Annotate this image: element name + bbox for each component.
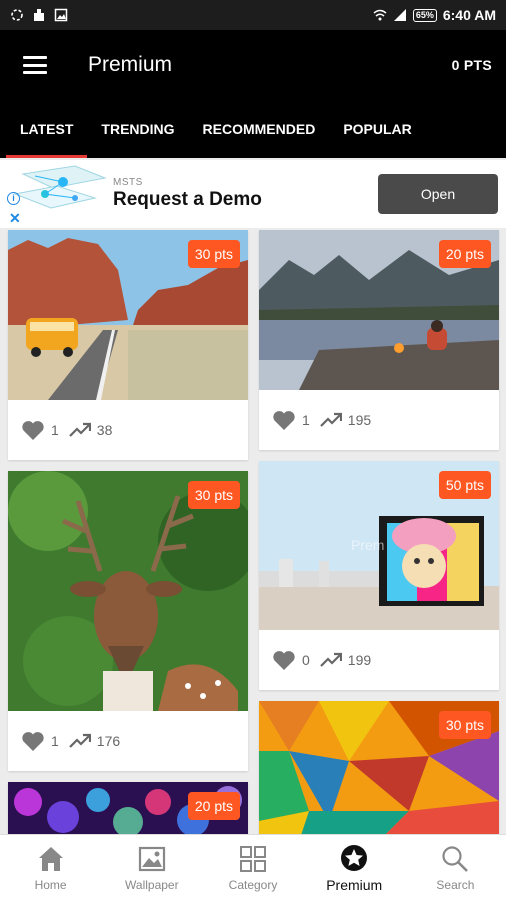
bokeh-lights-photo: 20 pts <box>8 782 248 834</box>
nav-search[interactable]: Search <box>405 835 506 900</box>
nav-premium[interactable]: Premium <box>304 835 405 900</box>
sync-icon <box>11 9 23 21</box>
nav-wallpaper[interactable]: Wallpaper <box>101 835 202 900</box>
heart-icon[interactable] <box>21 730 45 752</box>
tab-popular[interactable]: POPULAR <box>329 100 425 158</box>
status-left-icons <box>10 8 68 22</box>
points-badge: 20 pts <box>187 792 240 820</box>
like-count: 1 <box>51 733 59 749</box>
view-count: 199 <box>347 652 372 668</box>
view-count: 176 <box>96 733 121 749</box>
points-badge: 30 pts <box>187 481 240 509</box>
wallpaper-grid: 30 pts 1 38 20 pts 1 195 30 pts 1 176 Pr… <box>0 230 506 834</box>
wallpaper-card[interactable]: 20 pts <box>8 782 248 834</box>
view-count: 195 <box>347 412 372 428</box>
search-icon <box>442 845 469 872</box>
nav-premium-label: Premium <box>326 876 383 893</box>
heart-icon[interactable] <box>272 409 296 431</box>
points-balance[interactable]: 0 PTS <box>452 57 492 73</box>
trending-icon <box>69 733 91 748</box>
ad-brand: MSTS <box>113 177 143 188</box>
ad-banner[interactable]: i ✕ MSTS Request a Demo Open <box>0 160 506 228</box>
wallpaper-card[interactable]: 20 pts 1 195 <box>259 230 499 450</box>
menu-button[interactable] <box>0 30 70 100</box>
wallpaper-icon <box>138 846 165 871</box>
tab-recommended[interactable]: RECOMMENDED <box>189 100 330 158</box>
trending-icon <box>69 422 91 437</box>
nav-search-label: Search <box>436 877 475 892</box>
clock: 6:40 AM <box>442 7 496 23</box>
notification-icon <box>34 9 44 21</box>
like-count: 1 <box>51 422 59 438</box>
points-badge: 50 pts <box>438 471 491 499</box>
category-icon <box>240 845 266 872</box>
tab-bar: LATEST TRENDING RECOMMENDED POPULAR <box>0 100 506 158</box>
bottom-navigation: Home Wallpaper Category Premium Search <box>0 834 506 900</box>
ad-headline: Request a Demo <box>113 189 262 210</box>
wallpaper-card[interactable]: 30 pts <box>259 701 499 834</box>
status-right: 65% 6:40 AM <box>373 7 496 23</box>
trending-icon <box>320 412 342 427</box>
card-stats: 1 176 <box>8 711 248 771</box>
wifi-icon <box>373 9 387 21</box>
colorful-mosaic-photo: 30 pts <box>259 701 499 834</box>
tab-trending[interactable]: TRENDING <box>87 100 188 158</box>
deer-photo: 30 pts <box>8 471 248 711</box>
points-badge: 20 pts <box>438 240 491 268</box>
van-desert-canyon-photo: 30 pts <box>8 230 248 400</box>
card-stats: 1 38 <box>8 400 248 460</box>
like-count: 0 <box>302 652 310 668</box>
ad-illustration: i ✕ <box>5 164 110 227</box>
nav-category-label: Category <box>228 877 278 892</box>
page-title: Premium <box>88 53 173 76</box>
nav-home-label: Home <box>34 877 67 892</box>
heart-icon[interactable] <box>272 649 296 671</box>
card-stats: 0 199 <box>259 630 499 690</box>
mountain-lake-campfire-photo: 20 pts <box>259 230 499 390</box>
ad-info-icon[interactable]: i <box>7 192 20 205</box>
app-bar: Premium 0 PTS <box>0 30 506 100</box>
ad-text: MSTS Request a Demo <box>113 177 262 211</box>
ad-close-icon[interactable]: ✕ <box>9 210 21 227</box>
ad-open-button[interactable]: Open <box>378 174 498 214</box>
card-stats: 1 195 <box>259 390 499 450</box>
points-badge: 30 pts <box>438 711 491 739</box>
like-count: 1 <box>302 412 310 428</box>
battery-level: 65% <box>412 8 437 22</box>
status-bar: 65% 6:40 AM <box>0 0 506 30</box>
nav-home[interactable]: Home <box>0 835 101 900</box>
star-badge-icon <box>341 844 368 871</box>
tab-latest[interactable]: LATEST <box>6 100 88 158</box>
trending-icon <box>320 652 342 667</box>
menu-icon <box>23 56 47 74</box>
nav-category[interactable]: Category <box>202 835 303 900</box>
points-badge: 30 pts <box>187 240 240 268</box>
image-icon <box>54 8 68 22</box>
nav-wallpaper-label: Wallpaper <box>125 877 179 892</box>
view-count: 38 <box>96 422 113 438</box>
street-art-wall-photo: Prem 50 pts <box>259 461 499 630</box>
signal-icon <box>393 9 406 21</box>
wallpaper-card[interactable]: 30 pts 1 176 <box>8 471 248 771</box>
watermark-text: Prem <box>351 537 385 553</box>
wallpaper-card[interactable]: Prem 50 pts 0 199 <box>259 461 499 690</box>
heart-icon[interactable] <box>21 419 45 441</box>
home-icon <box>38 846 63 871</box>
wallpaper-card[interactable]: 30 pts 1 38 <box>8 230 248 460</box>
